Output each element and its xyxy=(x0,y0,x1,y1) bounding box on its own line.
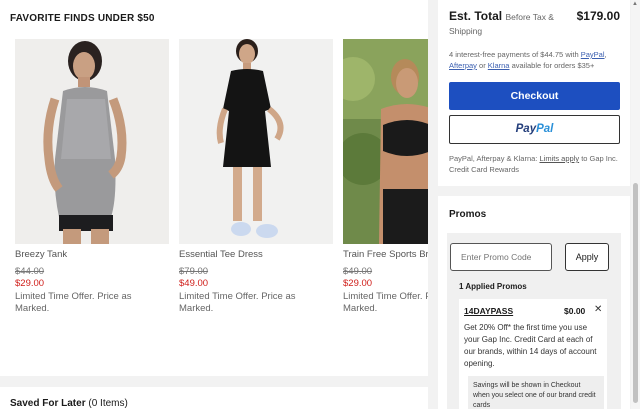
scroll-up-arrow-icon[interactable]: ▲ xyxy=(632,1,638,7)
applied-promos-count: 1 Applied Promos xyxy=(459,282,527,291)
saved-for-later-label: Saved For Later xyxy=(10,398,86,409)
product-sale-price: $29.00 xyxy=(15,278,45,289)
scrollbar-thumb[interactable] xyxy=(633,183,638,403)
product-card-breezy-tank[interactable]: Breezy Tank $44.00 $29.00 Limited Time O… xyxy=(15,39,169,315)
promo-description: Get 20% Off* the first time you use your… xyxy=(464,323,597,368)
product-sale-price: $49.00 xyxy=(179,278,209,289)
saved-for-later-section: Saved For Later (0 Items) xyxy=(0,387,428,409)
product-original-price: $49.00 xyxy=(343,266,373,277)
paypal-logo-pay: Pay xyxy=(515,123,537,135)
or-text: or xyxy=(479,61,486,70)
product-offer-note: Limited Time Offer. Price as Marked. xyxy=(343,291,428,314)
product-name[interactable]: Train Free Sports Bra xyxy=(343,249,428,260)
product-original-price: $79.00 xyxy=(179,266,209,277)
klarna-link[interactable]: Klarna xyxy=(488,61,510,70)
shipping-note: Shipping xyxy=(449,26,483,36)
paypal-note-prefix: PayPal, Afterpay & Klarna: xyxy=(449,154,538,163)
product-name[interactable]: Breezy Tank xyxy=(15,249,169,260)
favorite-finds-title: FAVORITE FINDS UNDER $50 xyxy=(10,13,155,24)
promo-code-input[interactable] xyxy=(450,243,552,271)
checkout-button[interactable]: Checkout xyxy=(449,82,620,110)
favorite-finds-panel: FAVORITE FINDS UNDER $50 Breezy Tank $44… xyxy=(0,0,428,376)
limits-apply-link[interactable]: Limits apply xyxy=(539,154,579,163)
installments-text: 4 interest-free payments of $44.75 with xyxy=(449,50,579,59)
installments-info: 4 interest-free payments of $44.75 with … xyxy=(449,50,607,70)
paypal-link[interactable]: PayPal xyxy=(581,50,605,59)
promo-code-label[interactable]: 14DAYPASS xyxy=(464,306,513,316)
est-total-label: Est. Total Before Tax & xyxy=(449,9,554,23)
product-image[interactable] xyxy=(15,39,169,244)
product-image[interactable] xyxy=(179,39,333,244)
order-summary-panel: Est. Total Before Tax & Shipping $179.00… xyxy=(438,0,630,186)
product-name[interactable]: Essential Tee Dress xyxy=(179,249,333,260)
product-offer-note: Limited Time Offer. Price as Marked. xyxy=(15,291,132,314)
product-offer-note: Limited Time Offer. Price as Marked. xyxy=(179,291,296,314)
installments-tail: available for orders $35+ xyxy=(511,61,595,70)
afterpay-link[interactable]: Afterpay xyxy=(449,61,477,70)
product-card-essential-tee-dress[interactable]: Essential Tee Dress $79.00 $49.00 Limite… xyxy=(179,39,333,315)
paypal-limits-note: PayPal, Afterpay & Klarna: Limits apply … xyxy=(449,153,624,175)
est-total-note: Before Tax & xyxy=(505,12,554,22)
promo-sub-note: Savings will be shown in Checkout when y… xyxy=(468,376,604,409)
product-sale-price: $29.00 xyxy=(343,278,373,289)
paypal-logo-pal: Pal xyxy=(536,123,554,135)
applied-promo-card: 14DAYPASS $0.00 ✕ Get 20% Off* the first… xyxy=(459,299,607,409)
saved-for-later-title: Saved For Later (0 Items) xyxy=(10,398,128,409)
apply-promo-button[interactable]: Apply xyxy=(565,243,609,271)
product-original-price: $44.00 xyxy=(15,266,45,277)
promo-amount: $0.00 xyxy=(564,306,586,316)
promos-title: Promos xyxy=(449,209,487,220)
page: FAVORITE FINDS UNDER $50 Breezy Tank $44… xyxy=(0,0,640,409)
remove-promo-close-icon[interactable]: ✕ xyxy=(594,304,602,315)
product-card-train-free-sports-bra[interactable]: Train Free Sports Bra $49.00 $29.00 Limi… xyxy=(343,39,428,315)
saved-for-later-count: (0 Items) xyxy=(88,398,128,409)
product-image[interactable] xyxy=(343,39,428,244)
est-total-heading: Est. Total xyxy=(449,9,503,23)
est-total-value: $179.00 xyxy=(576,9,620,23)
paypal-button[interactable]: PayPal xyxy=(449,115,620,144)
promos-panel: Promos Apply 1 Applied Promos 14DAYPASS … xyxy=(438,196,630,409)
page-scrollbar[interactable]: ▲ xyxy=(631,0,640,409)
